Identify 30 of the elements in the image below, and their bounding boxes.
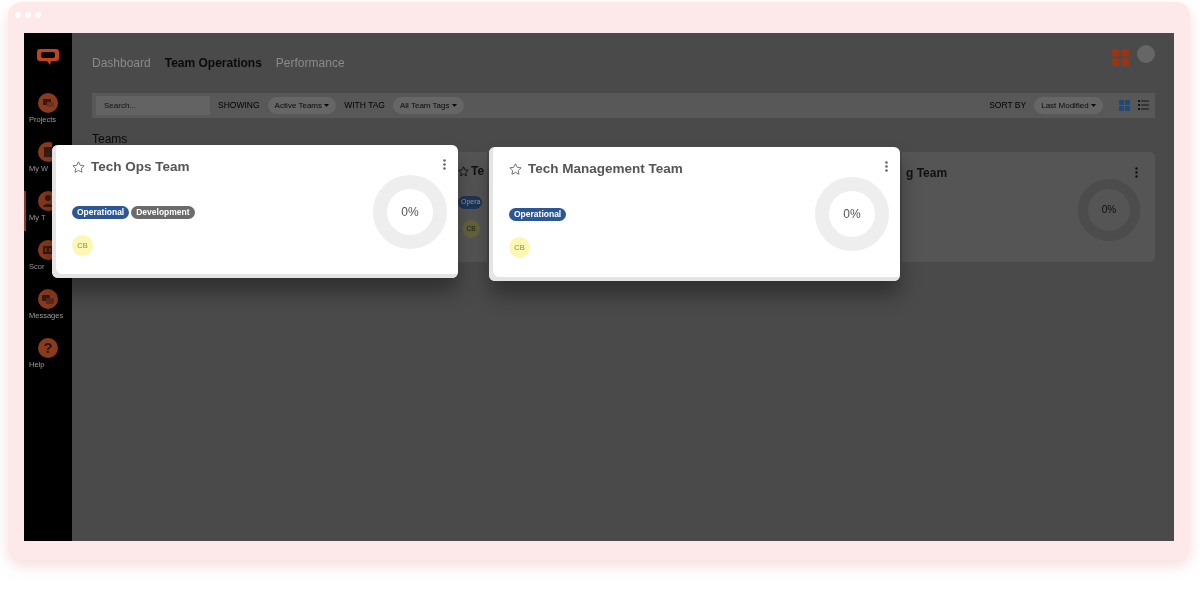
projects-icon <box>38 93 58 113</box>
caret-icon <box>324 103 330 107</box>
progress-value: 0% <box>843 208 861 220</box>
more-options-icon[interactable] <box>885 161 888 172</box>
progress-value: 0% <box>1101 205 1117 215</box>
filter-label: WITH TAG <box>344 99 385 112</box>
tag: Operational <box>509 208 567 222</box>
chat-icon <box>38 289 58 309</box>
tag: Development <box>131 206 195 220</box>
caret-icon <box>451 103 457 107</box>
progress-value: 0% <box>401 206 419 218</box>
search-field[interactable]: Search... <box>96 96 210 115</box>
team-title: g Team <box>906 165 948 182</box>
list-view-icon[interactable] <box>1138 100 1149 110</box>
star-icon[interactable] <box>509 162 522 176</box>
team-title: Te <box>471 163 485 180</box>
filter-label: SHOWING <box>218 99 260 112</box>
progress-ring <box>1078 179 1140 241</box>
caret-icon <box>1091 103 1096 107</box>
star-icon[interactable] <box>72 160 85 174</box>
tag: Operational <box>72 206 130 220</box>
section-title: Teams <box>92 132 129 146</box>
more-options-icon[interactable] <box>443 159 446 170</box>
sort-label: SORT BY <box>989 99 1027 112</box>
team-title: Tech Management Team <box>528 160 683 178</box>
avatar[interactable] <box>1137 45 1155 63</box>
team-title: Tech Ops Team <box>91 158 190 176</box>
more-options-icon[interactable] <box>1135 167 1138 178</box>
star-icon[interactable] <box>458 165 469 177</box>
help-icon: ? <box>38 338 58 358</box>
